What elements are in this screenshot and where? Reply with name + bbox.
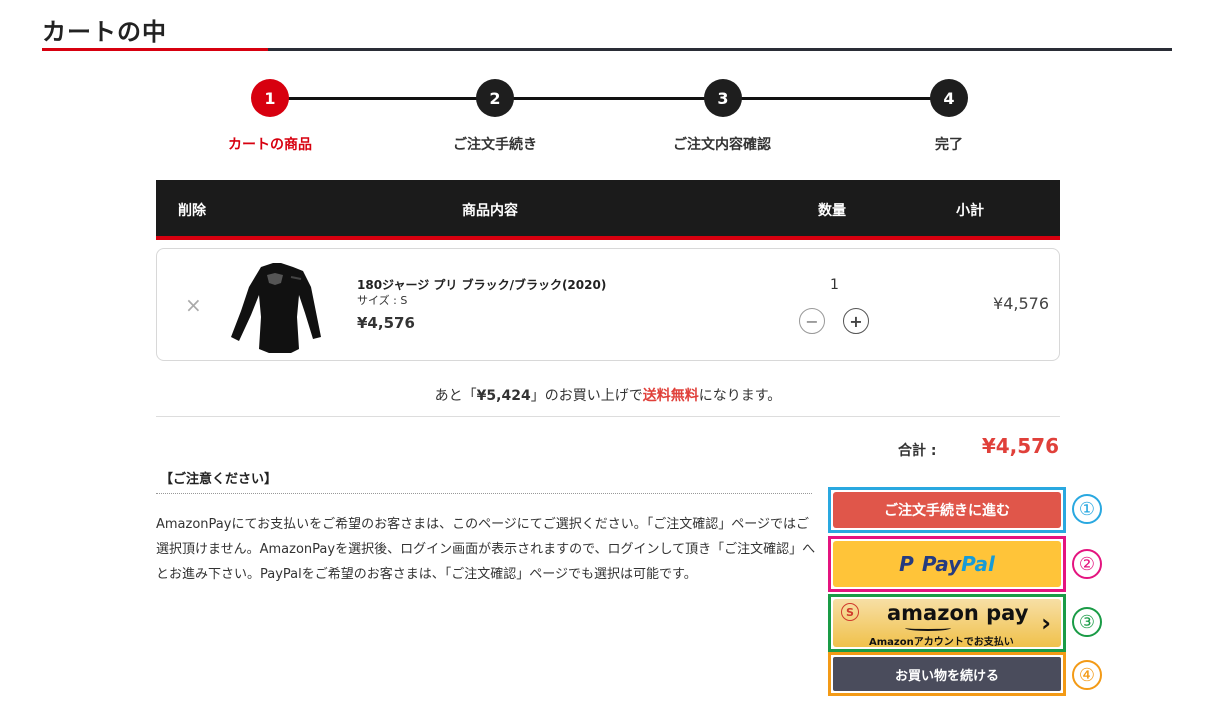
cart-item-row: × 180ジャージ プリ ブラック/ブラック(2020) サイズ : S ¥4,… [156, 248, 1060, 361]
checkout-stepper: 1 2 3 4 カートの商品 ご注文手続き ご注文内容確認 完了 [160, 78, 1060, 158]
header-accent-bar [156, 236, 1060, 240]
step-3-circle: 3 [704, 79, 742, 117]
product-name[interactable]: 180ジャージ プリ ブラック/ブラック(2020) [357, 276, 606, 293]
total-label: 合計 : [898, 443, 937, 459]
page-title: カートの中 [42, 18, 167, 46]
amazonpay-button-frame: S amazon pay Amazonアカウントでお支払い › [828, 594, 1066, 652]
shipping-msg-suffix: になります。 [698, 388, 782, 404]
paypal-button[interactable]: P Pay Pal [833, 541, 1061, 587]
annotation-marker-2: ② [1072, 549, 1102, 579]
amazonpay-button[interactable]: S amazon pay Amazonアカウントでお支払い › [833, 599, 1061, 648]
title-rule-accent [42, 48, 268, 51]
step-4-label: 完了 [935, 137, 963, 153]
paypal-icon: P [899, 552, 914, 576]
amazonpay-subtext: Amazonアカウントでお支払い [869, 637, 1014, 648]
amazonpay-badge-icon: S [841, 603, 859, 621]
product-image[interactable] [231, 257, 321, 353]
amazonpay-logo: amazon pay [887, 601, 1029, 625]
remove-item-button[interactable]: × [185, 293, 202, 317]
proceed-checkout-button[interactable]: ご注文手続きに進む [833, 492, 1061, 528]
divider [156, 416, 1060, 417]
quantity-decrease-button[interactable]: − [799, 308, 825, 334]
paypal-logo-pay: Pay [921, 552, 962, 576]
step-1-label: カートの商品 [228, 137, 312, 153]
notice-body: AmazonPayにてお支払いをご希望のお客さまは、このページにてご選択ください… [156, 517, 816, 582]
amazonpay-smile-icon [905, 625, 951, 631]
chevron-right-icon: › [1041, 609, 1051, 637]
shipping-msg-prefix: あと「 [434, 388, 477, 404]
quantity-value: 1 [830, 277, 839, 293]
continue-button-frame: お買い物を続ける [828, 652, 1066, 696]
header-subtotal: 小計 [956, 203, 984, 219]
paypal-logo-pal: Pal [961, 552, 995, 576]
annotation-marker-1: ① [1072, 494, 1102, 524]
product-price: ¥4,576 [357, 314, 415, 332]
quantity-increase-button[interactable]: + [843, 308, 869, 334]
header-quantity: 数量 [818, 203, 846, 219]
checkout-button-frame: ご注文手続きに進む [828, 487, 1066, 533]
step-1-circle: 1 [251, 79, 289, 117]
item-subtotal: ¥4,576 [993, 294, 1049, 313]
annotation-marker-4: ④ [1072, 660, 1102, 690]
cart-table-header: 削除 商品内容 数量 小計 [156, 180, 1060, 236]
free-shipping-highlight: 送料無料 [642, 388, 699, 404]
step-2-circle: 2 [476, 79, 514, 117]
continue-shopping-button[interactable]: お買い物を続ける [833, 657, 1061, 691]
notice-title: 【ご注意ください】 [160, 472, 278, 487]
header-delete: 削除 [178, 203, 206, 219]
paypal-button-frame: P Pay Pal [828, 536, 1066, 592]
annotation-marker-3: ③ [1072, 607, 1102, 637]
header-content: 商品内容 [462, 203, 518, 219]
free-shipping-message: あと「¥5,424」のお買い上げで送料無料になります。 [156, 385, 1060, 405]
notice-divider [156, 493, 812, 494]
stepper-line [280, 97, 950, 100]
shipping-msg-middle: 」のお買い上げで [530, 388, 643, 404]
step-4-circle: 4 [930, 79, 968, 117]
product-size: サイズ : S [357, 294, 408, 307]
total-value: ¥4,576 [981, 434, 1059, 458]
shipping-remaining-amount: ¥5,424 [476, 388, 531, 404]
step-2-label: ご注文手続き [453, 137, 537, 153]
step-3-label: ご注文内容確認 [673, 137, 771, 153]
